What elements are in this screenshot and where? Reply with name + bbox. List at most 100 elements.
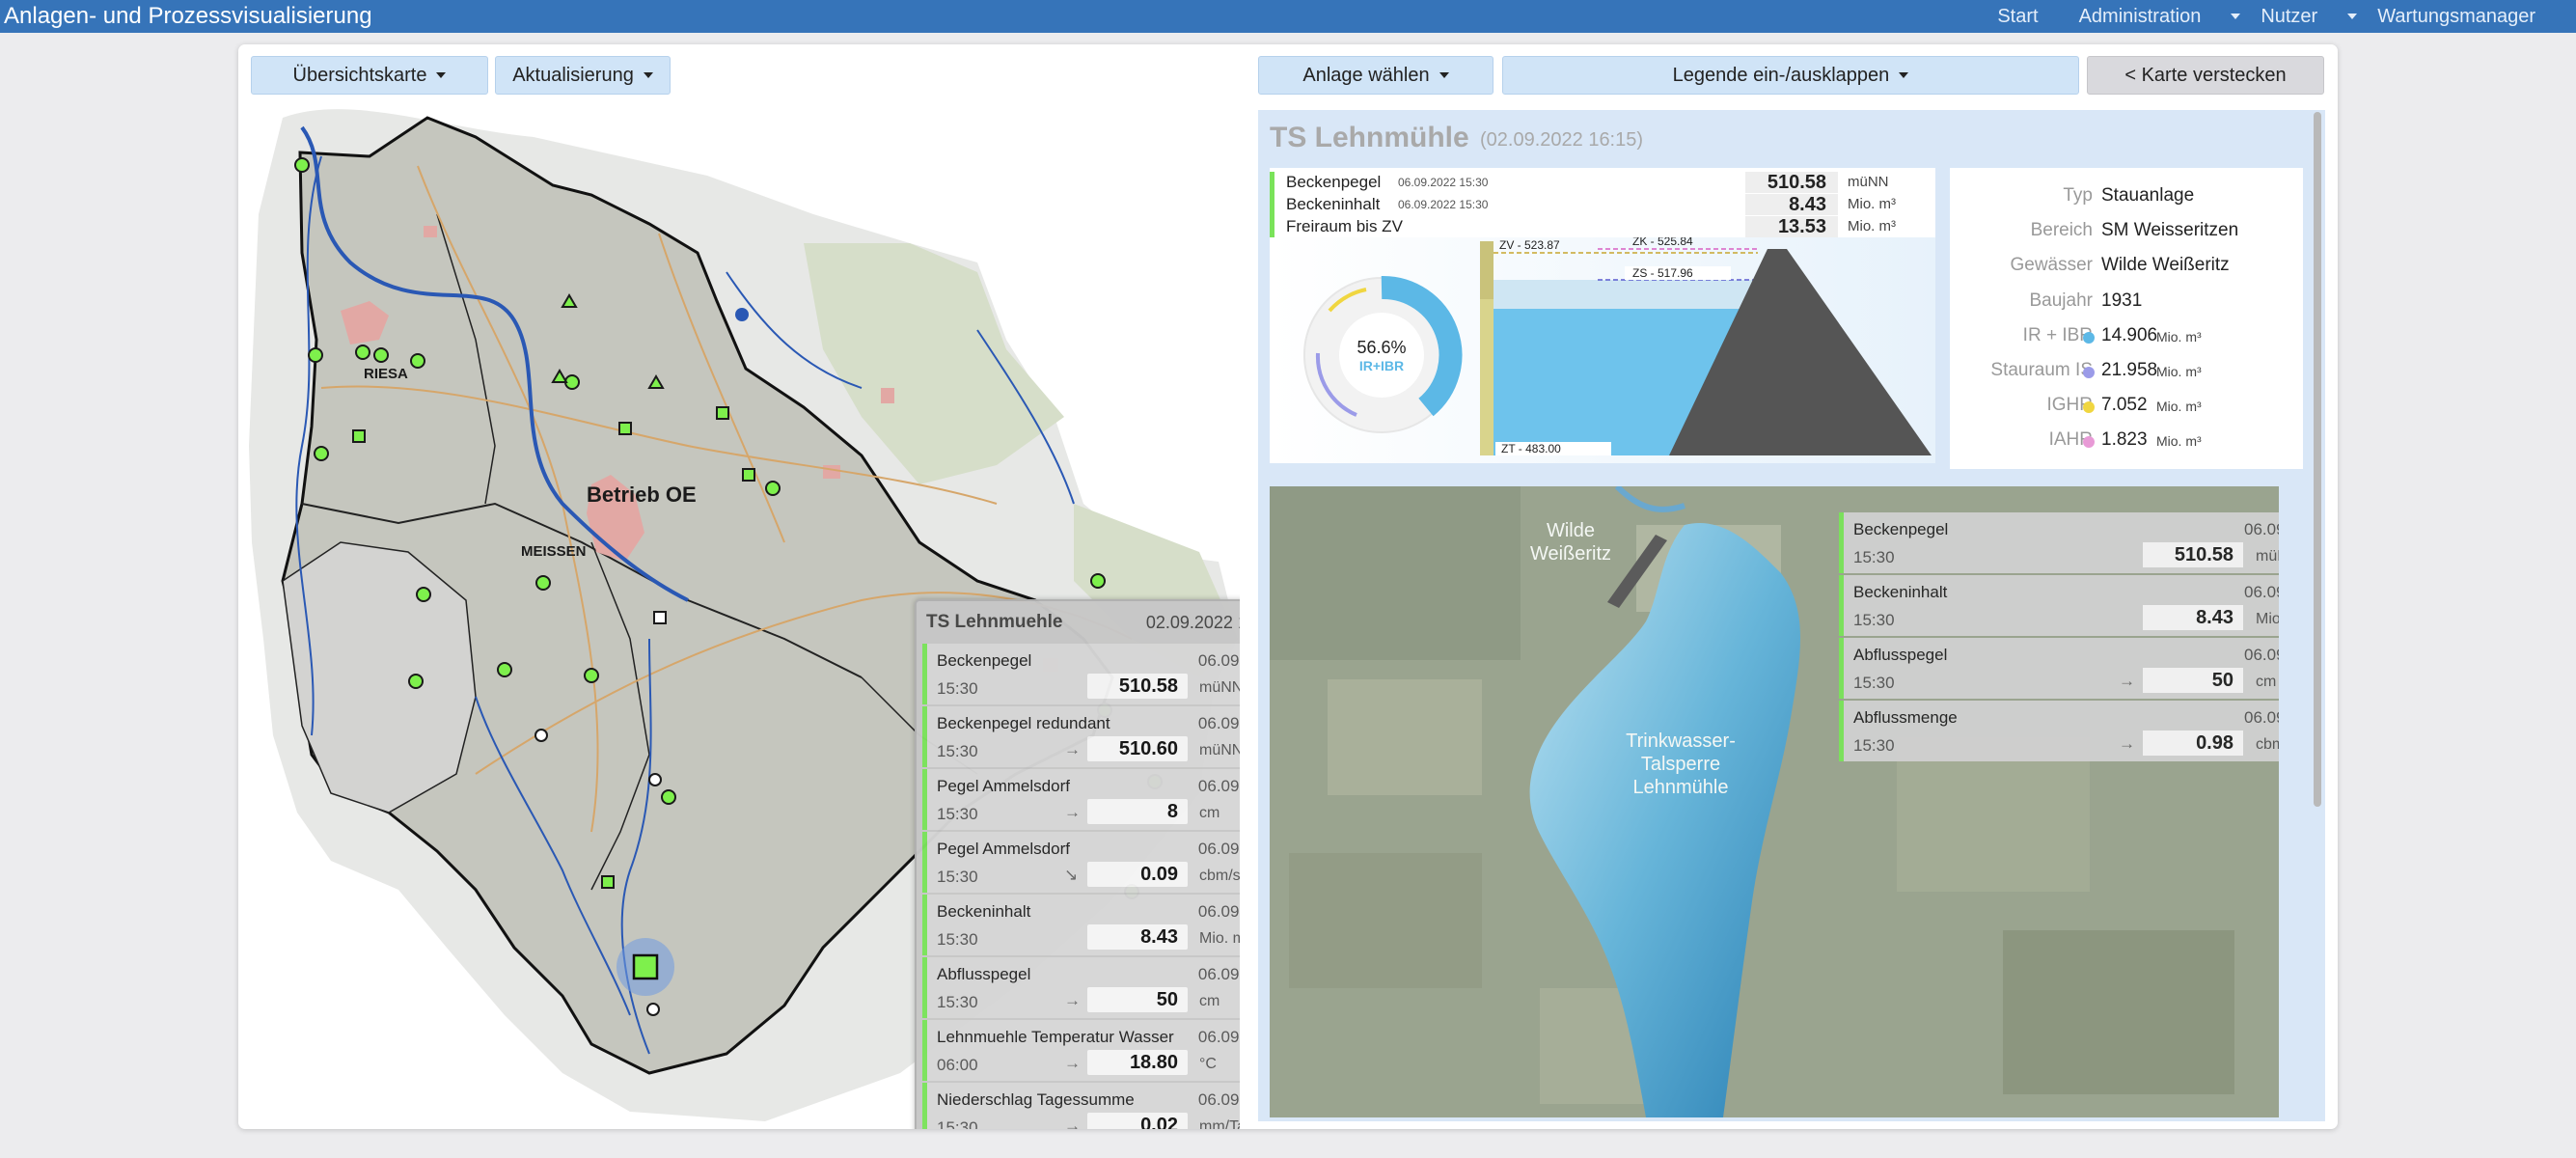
- legend-toggle-button[interactable]: Legende ein-/ausklappen: [1502, 56, 2079, 95]
- popup-measurement-row[interactable]: Beckeninhalt 06.09.2022 15:30 8.43 Mio. m³: [922, 895, 1240, 955]
- measurement-date: 06.09.2022: [1197, 714, 1240, 732]
- info-row: IGHR 7.052 Mio. m³: [1950, 389, 2303, 424]
- info-key: Bereich: [2030, 220, 2093, 241]
- detail-title: TS Lehnmühle: [1270, 122, 1469, 153]
- label-zk: ZK - 525.84: [1632, 237, 1693, 248]
- station-marker: [535, 575, 551, 591]
- station-marker: [352, 429, 366, 443]
- metric-timestamp: 06.09.2022 15:30: [1398, 198, 1489, 211]
- popup-header: TS Lehnmuehle 02.09.2022 16:15: [917, 601, 1240, 644]
- measurement-time: 15:30: [937, 930, 978, 949]
- measurement-unit: Mio. m³: [2256, 611, 2279, 627]
- label-zt: ZT - 483.00: [1501, 442, 1561, 455]
- popup-measurement-row[interactable]: Lehnmuehle Temperatur Wasser 06.09.2022 06…: [922, 1020, 1240, 1081]
- station-marker: [653, 611, 667, 624]
- main-panel: Übersichtskarte Aktualisierung Anlage wä…: [238, 44, 2338, 1129]
- trend-arrow-icon: →: [1064, 1117, 1081, 1129]
- info-value: 1931: [2101, 290, 2143, 311]
- aerial-measurement-row[interactable]: Abflussmenge 06.09.20 15:30 → 0.98 cbm/s: [1839, 701, 2279, 761]
- metric-value: 13.53: [1745, 216, 1838, 237]
- popup-measurement-row[interactable]: Abflusspegel 06.09.2022 15:30 → 50 cm: [922, 957, 1240, 1018]
- chevron-down-icon: [643, 72, 653, 78]
- metric-unit: Mio. m³: [1848, 196, 1896, 212]
- measurement-unit: cbm/s: [2256, 736, 2279, 753]
- lake-label-2: Talsperre: [1641, 754, 1720, 775]
- detail-datetime: (02.09.2022 16:15): [1480, 129, 1644, 151]
- town-label-meissen: MEISSEN: [521, 543, 587, 560]
- trend-arrow-icon: ↘: [1064, 866, 1079, 884]
- measurement-time: 15:30: [1853, 674, 1895, 692]
- popup-measurement-row[interactable]: Beckenpegel redundant 06.09.2022 15:30 → 510…: [922, 706, 1240, 767]
- app-title[interactable]: Anlagen- und Prozessvisualisierung: [4, 3, 372, 30]
- station-marker: [408, 674, 424, 689]
- measurement-value: 50: [1087, 987, 1188, 1012]
- aerial-measurement-row[interactable]: Abflusspegel 06.09.20 15:30 → 50 cm: [1839, 638, 2279, 699]
- popup-rows: Beckenpegel06.09.202215:30510.58müNN Beck…: [917, 644, 1240, 1129]
- metric-label: Freiraum bis ZV: [1286, 217, 1403, 235]
- measurement-date: 06.09.20: [2244, 520, 2279, 538]
- station-marker: [416, 587, 431, 602]
- measurement-unit: cm: [2256, 674, 2277, 690]
- measurement-value: 510.60: [1087, 736, 1188, 761]
- summary-metric-row: Freiraum bis ZV 13.53 Mio. m³: [1270, 216, 1935, 238]
- measurement-name: Niederschlag Tagessumme: [937, 1090, 1135, 1109]
- hide-map-label: < Karte verstecken: [2124, 64, 2287, 86]
- measurement-name: Beckenpegel redundant: [937, 714, 1110, 732]
- field: [1270, 486, 1521, 660]
- station-popup[interactable]: TS Lehnmuehle 02.09.2022 16:15 Beckenpeg…: [915, 599, 1240, 1129]
- station-marker: [648, 773, 662, 786]
- reservoir-visualization: 56.6% IR+IBR ZV - 523.87 ZK - 525.84 ZS …: [1270, 237, 1935, 463]
- legend-dot-icon: [2083, 401, 2095, 414]
- update-button[interactable]: Aktualisierung: [495, 56, 671, 95]
- station-marker: [497, 662, 512, 677]
- trend-arrow-icon: →: [1064, 803, 1081, 821]
- legend-dot-icon: [2083, 331, 2095, 344]
- info-value: Wilde Weißeritz: [2101, 255, 2230, 276]
- info-row: Gewässer Wilde Weißeritz: [1950, 249, 2303, 284]
- nav-nutzer[interactable]: Nutzer: [2261, 6, 2358, 28]
- trend-arrow-icon: →: [2119, 734, 2135, 753]
- field: [1289, 853, 1482, 988]
- field: [2003, 930, 2234, 1094]
- reservoir-info-card: Typ Stauanlage Bereich SM Weisseritzen Gewäs…: [1950, 168, 2303, 469]
- update-label: Aktualisierung: [512, 64, 634, 86]
- hide-map-button[interactable]: < Karte verstecken: [2087, 56, 2324, 95]
- station-marker: [355, 345, 370, 360]
- info-value: 21.958: [2101, 360, 2158, 380]
- nav-administration[interactable]: Administration: [2079, 6, 2241, 28]
- aerial-measurement-row[interactable]: Beckenpegel 06.09.20 15:30 510.58 müNN: [1839, 512, 2279, 573]
- popup-measurement-row[interactable]: Niederschlag Tagessumme 06.09.2022 15:30 → 0…: [922, 1083, 1240, 1129]
- measurement-date: 06.09.2022: [1197, 1028, 1240, 1046]
- info-value: Stauanlage: [2101, 185, 2195, 206]
- measurement-date: 06.09.2022: [1197, 1090, 1240, 1109]
- nav-start[interactable]: Start: [1997, 6, 2058, 28]
- vertical-scrollbar[interactable]: [2314, 112, 2321, 807]
- measurement-name: Pegel Ammelsdorf: [937, 777, 1070, 795]
- select-plant-label: Anlage wählen: [1302, 64, 1430, 86]
- popup-measurement-row[interactable]: Pegel Ammelsdorf 06.09.2022 15:30 ↘ 0.09 cbm/…: [922, 832, 1240, 893]
- popup-measurement-row[interactable]: Pegel Ammelsdorf 06.09.2022 15:30 → 8 cm: [922, 769, 1240, 830]
- measurement-name: Lehnmuehle Temperatur Wasser: [937, 1028, 1174, 1046]
- measurement-date: 06.09.20: [2244, 583, 2279, 601]
- station-marker: [314, 446, 329, 461]
- measurement-time: 15:30: [1853, 548, 1895, 566]
- info-key: Typ: [2063, 185, 2093, 206]
- overview-map-button[interactable]: Übersichtskarte: [251, 56, 488, 95]
- legend-dot-icon: [2083, 367, 2095, 378]
- popup-measurement-row[interactable]: Beckenpegel 06.09.2022 15:30 510.58 müNN: [922, 644, 1240, 704]
- legend-dot-icon: [2083, 436, 2095, 449]
- trend-arrow-icon: →: [1064, 740, 1081, 758]
- station-marker: [742, 468, 755, 482]
- aerial-view[interactable]: Wilde Weißeritz Trinkwasser- Talsperre L…: [1270, 486, 2279, 1117]
- town-patch: [424, 226, 437, 237]
- measurement-date: 06.09.2022: [1197, 965, 1240, 983]
- overview-map[interactable]: Betrieb OE RIESA MEISSEN TS Lehnmuehle 0…: [244, 98, 1240, 1129]
- station-marker: [410, 353, 425, 369]
- chevron-down-icon: [2231, 14, 2241, 20]
- aerial-measurement-row[interactable]: Beckeninhalt 06.09.20 15:30 8.43 Mio. m³: [1839, 575, 2279, 636]
- select-plant-button[interactable]: Anlage wählen: [1258, 56, 1494, 95]
- nav-wartungsmanager-label: Wartungsmanager: [2377, 5, 2535, 27]
- detail-panel: TS Lehnmühle (02.09.2022 16:15) Beckenpe…: [1258, 110, 2325, 1121]
- gauge-percent: 56.6%: [1357, 338, 1406, 357]
- nav-wartungsmanager[interactable]: Wartungsmanager: [2377, 6, 2556, 28]
